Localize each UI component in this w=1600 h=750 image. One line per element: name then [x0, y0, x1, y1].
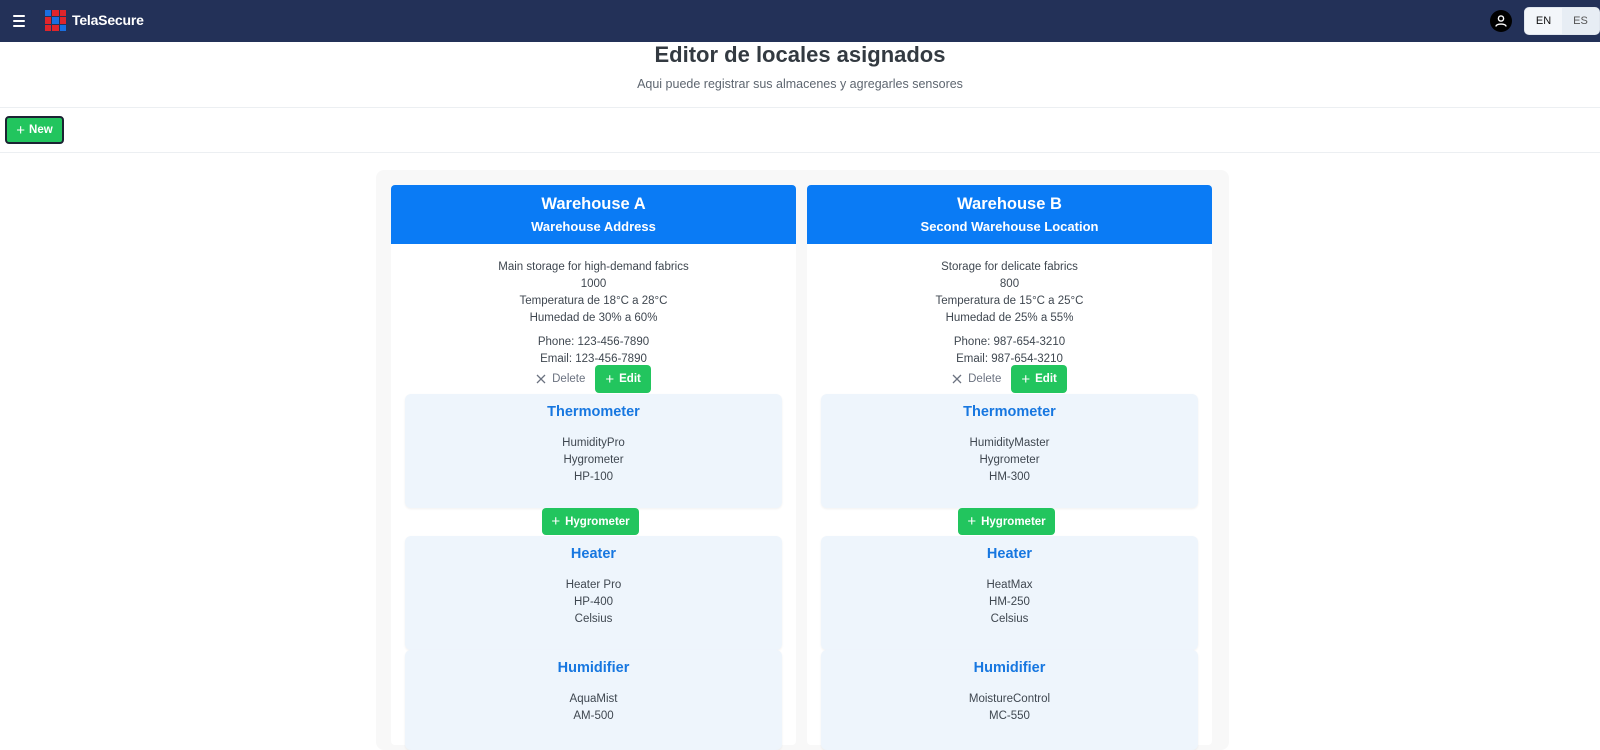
device-title: Humidifier — [973, 660, 1046, 676]
lang-en-button[interactable]: EN — [1525, 8, 1562, 34]
device-model: AM-500 — [573, 710, 614, 722]
app-logo — [45, 10, 66, 31]
warehouse-card-header: Warehouse A Warehouse Address — [391, 185, 796, 244]
page-title: Editor de locales asignados — [654, 42, 946, 67]
divider — [0, 152, 1600, 153]
heater-device-card: Heater HeatMax HM-250 Celsius — [821, 536, 1198, 650]
warehouse-actions: Delete + Edit — [807, 365, 1212, 393]
device-title: Humidifier — [557, 660, 630, 676]
user-account-icon[interactable] — [1490, 10, 1512, 32]
plus-icon: + — [551, 513, 561, 530]
device-model: HP-400 — [574, 596, 613, 608]
page-subtitle: Aqui puede registrar sus almacenes y agr… — [637, 77, 963, 91]
device-title: Heater — [570, 546, 617, 562]
add-hygrometer-button[interactable]: + Hygrometer — [958, 508, 1055, 535]
warehouse-actions: Delete + Edit — [391, 365, 796, 393]
plus-icon: + — [605, 370, 615, 388]
device-unit: Celsius — [574, 613, 613, 625]
device-title: Thermometer — [547, 404, 640, 420]
add-hygrometer-button[interactable]: + Hygrometer — [542, 508, 639, 535]
device-model: HP-100 — [574, 471, 613, 483]
close-icon — [952, 374, 962, 384]
warehouse-address: Warehouse Address — [531, 219, 656, 234]
device-type: Hygrometer — [979, 454, 1040, 466]
warehouse-description: Main storage for high-demand fabrics — [498, 261, 689, 273]
plus-icon: + — [16, 121, 26, 139]
hamburger-menu-icon[interactable] — [10, 11, 30, 31]
edit-button[interactable]: + Edit — [1011, 365, 1067, 393]
new-warehouse-button[interactable]: + New — [5, 116, 64, 144]
warehouse-card: Warehouse A Warehouse Address Main stora… — [391, 185, 796, 750]
language-switcher: EN ES — [1524, 7, 1600, 35]
warehouse-address: Second Warehouse Location — [920, 219, 1099, 234]
warehouse-humidity: Humedad de 30% a 60% — [529, 312, 658, 324]
delete-label: Delete — [968, 373, 1002, 385]
edit-label: Edit — [619, 373, 641, 385]
hygrometer-label: Hygrometer — [981, 515, 1046, 528]
heater-device-card: Heater Heater Pro HP-400 Celsius — [405, 536, 782, 650]
device-unit: Celsius — [990, 613, 1029, 625]
warehouse-phone: Phone: 123-456-7890 — [537, 336, 650, 348]
warehouse-temperature: Temperatura de 18°C a 28°C — [519, 295, 668, 307]
humidifier-device-card: Humidifier AquaMist AM-500 — [405, 650, 782, 750]
warehouse-details: Storage for delicate fabrics 800 Tempera… — [807, 259, 1212, 327]
top-navbar: TelaSecure EN ES — [0, 0, 1600, 42]
warehouse-capacity: 800 — [999, 278, 1020, 290]
delete-button[interactable]: Delete — [536, 373, 585, 385]
device-brand: HumidityPro — [562, 437, 625, 449]
warehouse-card-header: Warehouse B Second Warehouse Location — [807, 185, 1212, 244]
device-model: HM-300 — [989, 471, 1030, 483]
plus-icon: + — [967, 513, 977, 530]
thermometer-device-card: Thermometer HumidityPro Hygrometer HP-10… — [405, 394, 782, 508]
warehouse-temperature: Temperatura de 15°C a 25°C — [935, 295, 1084, 307]
divider — [0, 107, 1600, 108]
device-model: MC-550 — [989, 710, 1030, 722]
lang-es-button[interactable]: ES — [1562, 8, 1599, 34]
delete-label: Delete — [552, 373, 586, 385]
edit-label: Edit — [1035, 373, 1057, 385]
plus-icon: + — [1021, 370, 1031, 388]
delete-button[interactable]: Delete — [952, 373, 1001, 385]
device-brand: Heater Pro — [565, 579, 622, 591]
device-model: HM-250 — [989, 596, 1030, 608]
hygrometer-label: Hygrometer — [565, 515, 630, 528]
warehouse-capacity: 1000 — [580, 278, 607, 290]
warehouse-name: Warehouse A — [541, 195, 646, 213]
thermometer-device-card: Thermometer HumidityMaster Hygrometer HM… — [821, 394, 1198, 508]
device-brand: MoistureControl — [968, 693, 1051, 705]
device-brand: AquaMist — [569, 693, 618, 705]
brand-name: TelaSecure — [72, 12, 144, 28]
device-type: Hygrometer — [563, 454, 624, 466]
warehouse-humidity: Humedad de 25% a 55% — [945, 312, 1074, 324]
new-button-label: New — [29, 124, 53, 136]
device-title: Thermometer — [963, 404, 1056, 420]
warehouse-phone: Phone: 987-654-3210 — [953, 336, 1066, 348]
warehouse-contact: Phone: 987-654-3210 Email: 987-654-3210 — [807, 334, 1212, 367]
edit-button[interactable]: + Edit — [595, 365, 651, 393]
warehouse-details: Main storage for high-demand fabrics 100… — [391, 259, 796, 327]
warehouse-card: Warehouse B Second Warehouse Location St… — [807, 185, 1212, 750]
warehouse-description: Storage for delicate fabrics — [941, 261, 1078, 273]
device-brand: HumidityMaster — [969, 437, 1050, 449]
warehouse-contact: Phone: 123-456-7890 Email: 123-456-7890 — [391, 334, 796, 367]
device-title: Heater — [986, 546, 1033, 562]
close-icon — [536, 374, 546, 384]
warehouse-name: Warehouse B — [957, 195, 1062, 213]
device-brand: HeatMax — [986, 579, 1033, 591]
humidifier-device-card: Humidifier MoistureControl MC-550 — [821, 650, 1198, 750]
